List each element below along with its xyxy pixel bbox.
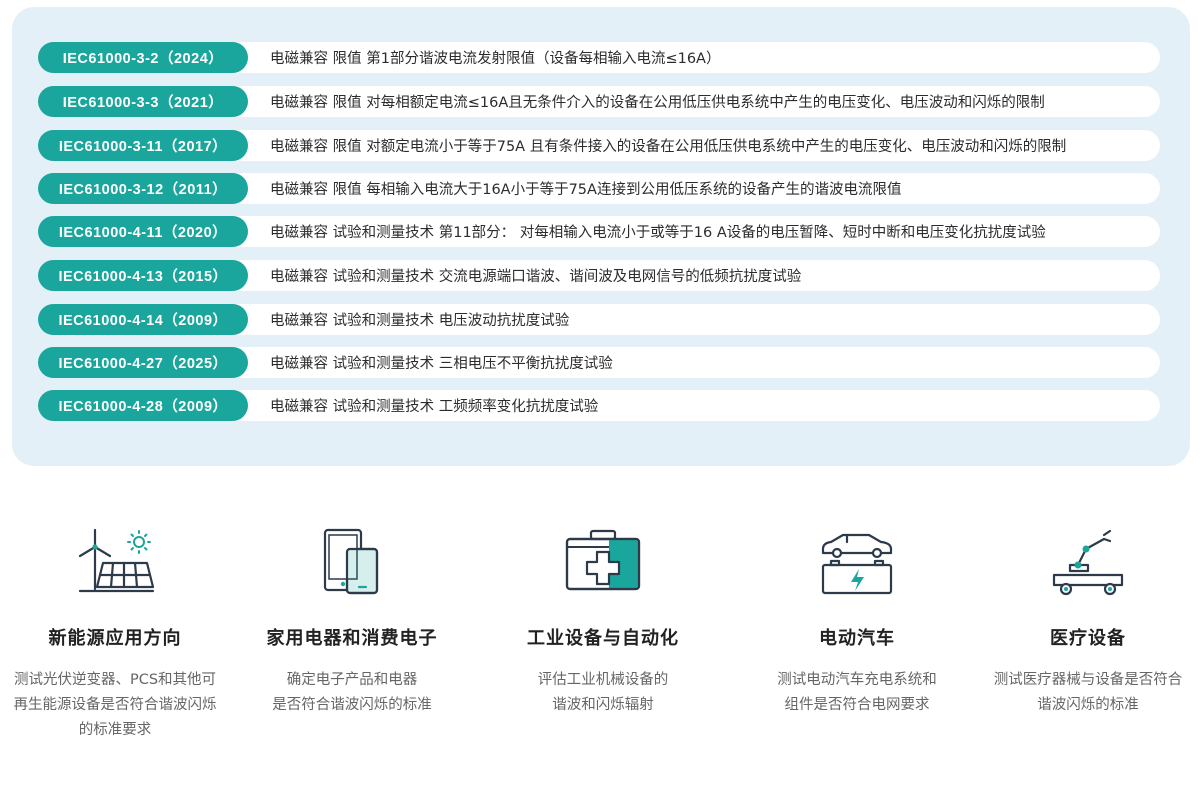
standard-row: IEC61000-4-11（2020） 电磁兼容 试验和测量技术 第11部分： … (38, 216, 1160, 247)
standard-code-badge: IEC61000-4-13（2015） (38, 260, 248, 291)
feature-title: 新能源应用方向 (48, 628, 182, 649)
feature-description: 测试医疗器械与设备是否符合 谐波闪烁的标准 (993, 672, 1183, 713)
feature-industrial-automation: 工业设备与自动化 评估工业机械设备的 谐波和闪烁辐射 (483, 522, 723, 718)
standard-code-badge: IEC61000-4-14（2009） (38, 304, 248, 335)
standard-description: 电磁兼容 试验和测量技术 三相电压不平衡抗扰度试验 (270, 356, 613, 372)
standard-description: 电磁兼容 限值 每相输入电流大于16A小于等于75A连接到公用低压系统的设备产生… (270, 182, 902, 198)
feature-description: 评估工业机械设备的 谐波和闪烁辐射 (537, 672, 669, 713)
standard-code-badge: IEC61000-3-11（2017） (38, 130, 248, 161)
standard-row: IEC61000-3-3（2021） 电磁兼容 限值 对每相额定电流≤16A且无… (38, 86, 1160, 117)
standard-row: IEC61000-4-13（2015） 电磁兼容 试验和测量技术 交流电源端口谐… (38, 260, 1160, 291)
standard-row: IEC61000-3-12（2011） 电磁兼容 限值 每相输入电流大于16A小… (38, 173, 1160, 204)
solar-wind-icon (78, 528, 155, 593)
toolbox-icon (565, 529, 641, 591)
standard-row: IEC61000-3-2（2024） 电磁兼容 限值 第1部分谐波电流发射限值（… (38, 42, 1160, 73)
feature-description: 测试电动汽车充电系统和 组件是否符合电网要求 (777, 672, 937, 713)
standard-code-badge: IEC61000-4-28（2009） (38, 390, 248, 421)
standard-code-badge: IEC61000-3-12（2011） (38, 173, 248, 204)
feature-home-appliances: 家用电器和消费电子 确定电子产品和电器 是否符合谐波闪烁的标准 (232, 522, 472, 718)
feature-electric-vehicle: 电动汽车 测试电动汽车充电系统和 组件是否符合电网要求 (737, 522, 977, 718)
feature-title: 电动汽车 (819, 628, 895, 649)
phone-tablet-icon (323, 528, 379, 595)
standard-description: 电磁兼容 试验和测量技术 交流电源端口谐波、谐间波及电网信号的低频抗扰度试验 (270, 269, 802, 285)
standard-description: 电磁兼容 限值 对额定电流小于等于75A 且有条件接入的设备在公用低压供电系统中… (270, 139, 1067, 155)
feature-title: 医疗设备 (1050, 628, 1126, 649)
standard-code-badge: IEC61000-3-2（2024） (38, 42, 248, 73)
standard-description: 电磁兼容 试验和测量技术 工频频率变化抗扰度试验 (270, 399, 599, 415)
feature-medical-devices: 医疗设备 测试医疗器械与设备是否符合 谐波闪烁的标准 (968, 522, 1200, 718)
standard-row: IEC61000-3-11（2017） 电磁兼容 限值 对额定电流小于等于75A… (38, 130, 1160, 161)
standard-row: IEC61000-4-14（2009） 电磁兼容 试验和测量技术 电压波动抗扰度… (38, 304, 1160, 335)
standard-description: 电磁兼容 试验和测量技术 第11部分： 对每相输入电流小于或等于16 A设备的电… (270, 225, 1046, 241)
feature-title: 工业设备与自动化 (527, 628, 679, 649)
feature-renewable-energy: 新能源应用方向 测试光伏逆变器、PCS和其他可 再生能源设备是否符合谐波闪烁 的… (0, 522, 235, 743)
standard-row: IEC61000-4-28（2009） 电磁兼容 试验和测量技术 工频频率变化抗… (38, 390, 1160, 421)
car-battery-icon (821, 533, 893, 595)
standard-row: IEC61000-4-27（2025） 电磁兼容 试验和测量技术 三相电压不平衡… (38, 347, 1160, 378)
standard-code-badge: IEC61000-4-11（2020） (38, 216, 248, 247)
feature-title: 家用电器和消费电子 (266, 628, 438, 649)
standard-description: 电磁兼容 限值 对每相额定电流≤16A且无条件介入的设备在公用低压供电系统中产生… (270, 95, 1045, 111)
standard-description: 电磁兼容 限值 第1部分谐波电流发射限值（设备每相输入电流≤16A） (270, 51, 721, 67)
standard-description: 电磁兼容 试验和测量技术 电压波动抗扰度试验 (270, 313, 570, 329)
standard-code-badge: IEC61000-4-27（2025） (38, 347, 248, 378)
feature-description: 确定电子产品和电器 是否符合谐波闪烁的标准 (272, 672, 432, 713)
standard-code-badge: IEC61000-3-3（2021） (38, 86, 248, 117)
feature-description: 测试光伏逆变器、PCS和其他可 再生能源设备是否符合谐波闪烁 的标准要求 (13, 672, 217, 738)
medical-robot-icon (1052, 529, 1124, 596)
